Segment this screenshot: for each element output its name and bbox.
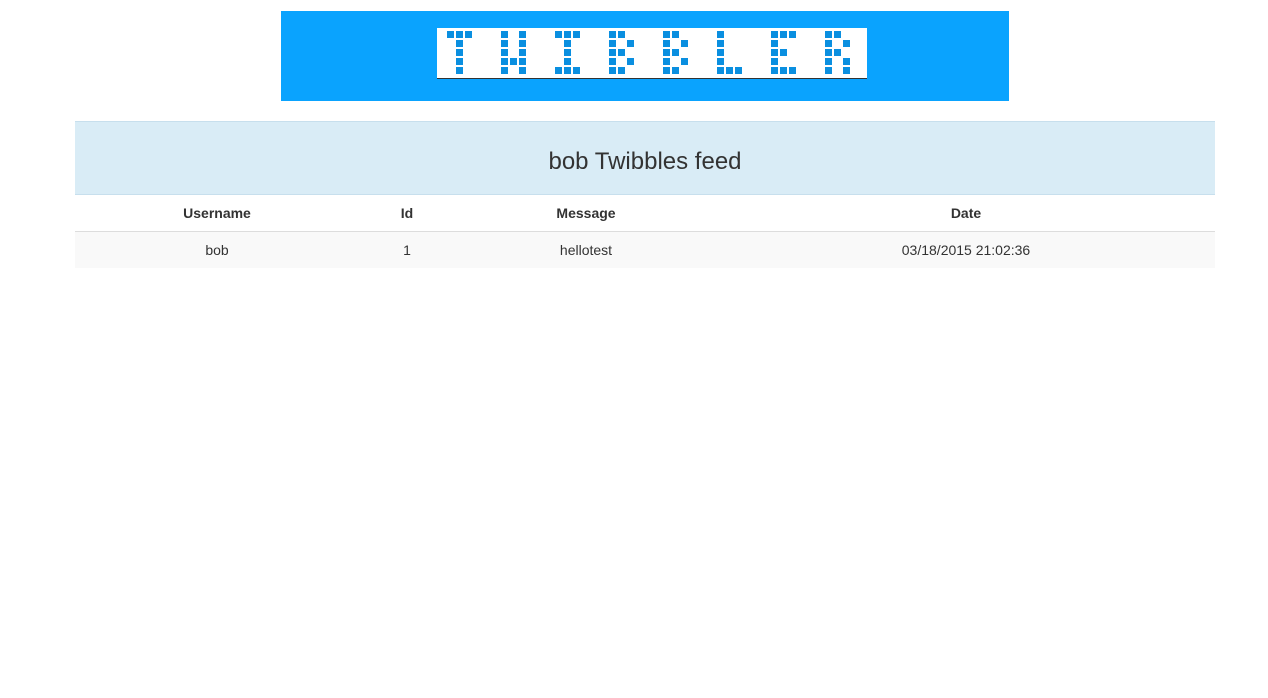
feed-panel: bob Twibbles feed Username Id Message Da…: [75, 121, 1215, 268]
logo-pixel: [681, 40, 688, 47]
logo-pixel: [555, 31, 562, 38]
logo-pixel: [465, 31, 472, 38]
logo-pixel: [825, 58, 832, 65]
logo-pixel: [456, 49, 463, 56]
logo-pixel: [717, 49, 724, 56]
logo-pixel: [501, 31, 508, 38]
logo-pixel: [663, 49, 670, 56]
logo-pixel: [618, 49, 625, 56]
logo-pixel: [609, 49, 616, 56]
logo-pixel: [564, 31, 571, 38]
logo-pixel: [456, 67, 463, 74]
logo-pixel: [501, 40, 508, 47]
logo-pixel: [672, 67, 679, 74]
logo-pixel: [519, 67, 526, 74]
logo-pixel: [618, 31, 625, 38]
logo-pixel-art: [447, 31, 850, 74]
logo-pixel: [825, 67, 832, 74]
logo-pixel: [843, 40, 850, 47]
logo-pixel: [609, 40, 616, 47]
logo-pixel: [609, 31, 616, 38]
logo-pixel: [663, 40, 670, 47]
table-header-row: Username Id Message Date: [75, 195, 1215, 232]
cell-username: bob: [205, 242, 229, 258]
logo-pixel: [456, 58, 463, 65]
logo-pixel: [834, 31, 841, 38]
logo-pixel: [501, 49, 508, 56]
logo-pixel: [501, 67, 508, 74]
cell-message: hellotest: [559, 242, 613, 258]
logo-pixel: [717, 67, 724, 74]
table-row: bob 1 hellotest 03/18/2015 21:02:36: [75, 231, 1215, 268]
logo-pixel: [771, 31, 778, 38]
logo-pixel: [681, 58, 688, 65]
logo-pixel: [672, 49, 679, 56]
cell-date: 03/18/2015 21:02:36: [901, 242, 1031, 258]
feed-heading: bob Twibbles feed: [75, 121, 1215, 195]
logo-pixel: [825, 49, 832, 56]
logo-pixel: [843, 58, 850, 65]
logo-pixel: [789, 67, 796, 74]
logo-pixel: [789, 31, 796, 38]
column-header-id: Id: [359, 195, 455, 232]
logo-pixel: [456, 40, 463, 47]
logo-pixel: [519, 40, 526, 47]
feed-title: bob Twibbles feed: [548, 148, 742, 175]
logo-pixel: [843, 67, 850, 74]
logo-pixel: [564, 40, 571, 47]
logo-pixel: [771, 40, 778, 47]
logo-pixel: [663, 67, 670, 74]
twibbler-logo: [437, 28, 867, 79]
logo-pixel: [564, 67, 571, 74]
logo-pixel: [717, 40, 724, 47]
logo-pixel: [519, 49, 526, 56]
logo-pixel: [609, 67, 616, 74]
logo-pixel: [672, 31, 679, 38]
logo-pixel: [573, 67, 580, 74]
logo-pixel: [717, 31, 724, 38]
logo-pixel: [573, 31, 580, 38]
logo-pixel: [456, 31, 463, 38]
logo-pixel: [726, 67, 733, 74]
logo-pixel: [663, 58, 670, 65]
logo-pixel: [564, 49, 571, 56]
cell-id: 1: [403, 242, 411, 258]
feed-table: Username Id Message Date bob 1 hellotest…: [75, 195, 1215, 268]
logo-pixel: [771, 67, 778, 74]
logo-pixel: [780, 49, 787, 56]
logo-pixel: [771, 49, 778, 56]
logo-pixel: [510, 58, 517, 65]
column-header-message: Message: [455, 195, 717, 232]
header-banner: [281, 11, 1009, 101]
logo-pixel: [825, 40, 832, 47]
logo-pixel: [834, 49, 841, 56]
logo-pixel: [519, 58, 526, 65]
logo-pixel: [501, 58, 508, 65]
logo-pixel: [519, 31, 526, 38]
logo-pixel: [618, 67, 625, 74]
logo-pixel: [663, 31, 670, 38]
column-header-date: Date: [717, 195, 1215, 232]
logo-pixel: [609, 58, 616, 65]
logo-pixel: [771, 58, 778, 65]
logo-pixel: [717, 58, 724, 65]
column-header-username: Username: [75, 195, 359, 232]
logo-pixel: [627, 40, 634, 47]
logo-pixel: [627, 58, 634, 65]
logo-pixel: [780, 67, 787, 74]
logo-pixel: [447, 31, 454, 38]
logo-pixel: [825, 31, 832, 38]
logo-pixel: [735, 67, 742, 74]
logo-pixel: [555, 67, 562, 74]
logo-pixel: [780, 31, 787, 38]
logo-pixel: [564, 58, 571, 65]
